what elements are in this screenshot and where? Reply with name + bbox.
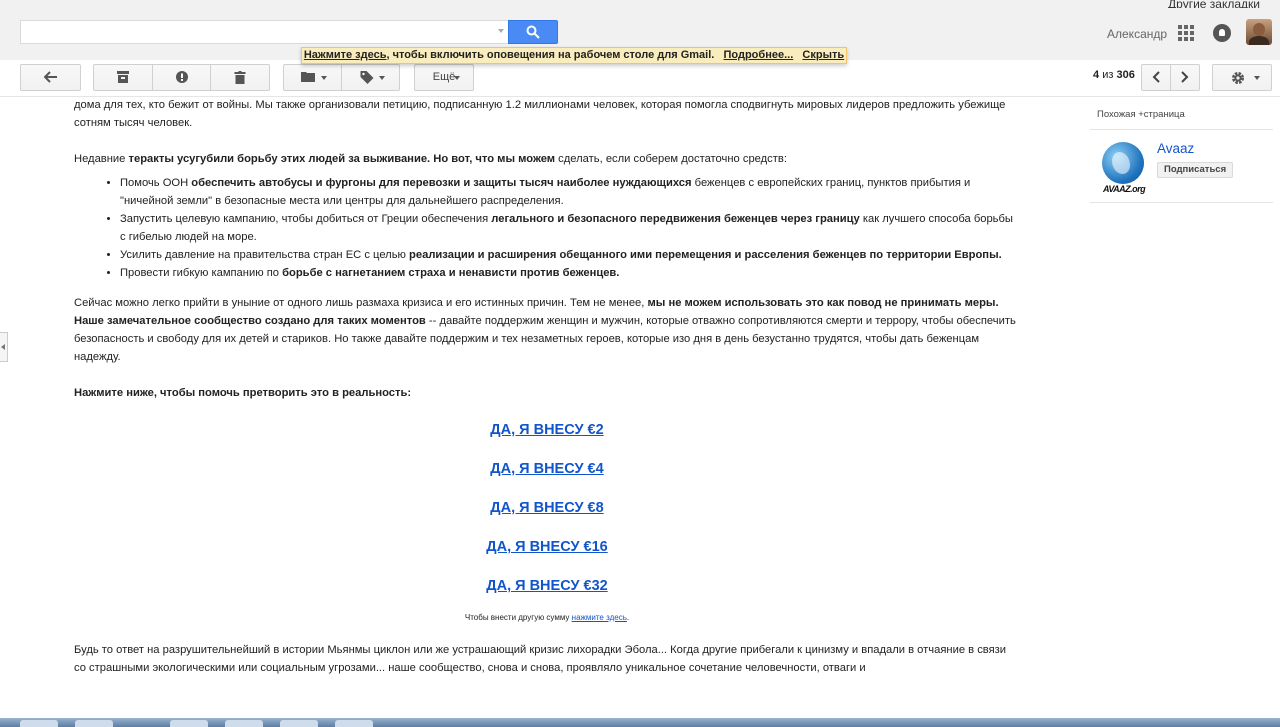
pager-separator: из bbox=[1102, 69, 1114, 81]
donate-4-link[interactable]: ДА, Я ВНЕСУ €4 bbox=[490, 461, 603, 477]
pagination-info: 4 из 306 bbox=[1093, 69, 1135, 81]
settings-dropdown-chevron-icon bbox=[1254, 76, 1260, 80]
search-input[interactable] bbox=[20, 20, 508, 44]
archive-icon bbox=[117, 71, 129, 83]
donate-2-link[interactable]: ДА, Я ВНЕСУ €2 bbox=[490, 422, 603, 438]
subscribe-button[interactable]: Подписаться bbox=[1157, 162, 1234, 178]
account-name[interactable]: Александр bbox=[1107, 27, 1167, 41]
message-toolbar: Ещё bbox=[0, 60, 1280, 97]
taskbar-item[interactable] bbox=[280, 720, 318, 727]
donate-2-row: ДА, Я ВНЕСУ €2 bbox=[74, 421, 1020, 439]
enable-notifications-link[interactable]: Нажмите здесь bbox=[304, 49, 387, 61]
gear-icon bbox=[1232, 72, 1244, 84]
settings-button[interactable] bbox=[1212, 64, 1272, 91]
donate-8-link[interactable]: ДА, Я ВНЕСУ €8 bbox=[490, 500, 603, 516]
apps-grid-icon[interactable] bbox=[1178, 25, 1194, 41]
list-item: Помочь ООН обеспечить автобусы и фургоны… bbox=[120, 174, 1020, 210]
pager-total: 306 bbox=[1116, 69, 1135, 81]
collapse-panel-handle[interactable] bbox=[0, 332, 8, 362]
list-item: Усилить давление на правительства стран … bbox=[120, 246, 1020, 264]
search-options-chevron-icon[interactable] bbox=[498, 29, 504, 33]
closing-paragraph: Будь то ответ на разрушительнейший в ист… bbox=[74, 644, 1007, 674]
taskbar-item[interactable] bbox=[225, 720, 263, 727]
taskbar-item[interactable] bbox=[20, 720, 58, 727]
banner-text: , чтобы включить оповещения на рабочем с… bbox=[386, 49, 715, 61]
other-sum-note: Чтобы внести другую сумму нажмите здесь. bbox=[464, 613, 630, 622]
list-item: Запустить целевую кампанию, чтобы добить… bbox=[120, 210, 1020, 246]
list-item: Провести гибкую кампанию по борьбе с наг… bbox=[120, 264, 1020, 282]
cta-heading: Нажмите ниже, чтобы помочь претворить эт… bbox=[74, 387, 412, 399]
donate-16-link[interactable]: ДА, Я ВНЕСУ €16 bbox=[486, 539, 607, 555]
recent-attacks-paragraph: Недавние теракты усугубили борьбу этих л… bbox=[74, 153, 787, 165]
move-to-button[interactable] bbox=[283, 64, 342, 91]
divider bbox=[1090, 202, 1273, 203]
chevron-left-icon bbox=[1152, 71, 1160, 83]
trash-icon bbox=[234, 71, 246, 84]
pager-current: 4 bbox=[1093, 69, 1100, 81]
tag-icon bbox=[360, 71, 374, 84]
learn-more-link[interactable]: Подробнее... bbox=[724, 49, 794, 61]
archive-button[interactable] bbox=[93, 64, 153, 91]
spam-alert-icon bbox=[175, 71, 188, 83]
avatar[interactable] bbox=[1246, 19, 1272, 45]
chevron-right-icon bbox=[1181, 71, 1189, 83]
labels-button[interactable] bbox=[341, 64, 400, 91]
donate-16-row: ДА, Я ВНЕСУ €16 bbox=[74, 538, 1020, 556]
email-body: дома для тех, кто бежит от войны. Мы так… bbox=[74, 96, 1020, 677]
avaaz-logo-text: AVAAZ.org bbox=[1103, 184, 1146, 194]
donate-32-row: ДА, Я ВНЕСУ €32 bbox=[74, 577, 1020, 595]
more-dropdown-chevron-icon bbox=[454, 76, 460, 80]
other-sum-link[interactable]: нажмите здесь bbox=[572, 613, 627, 622]
back-arrow-icon bbox=[43, 71, 57, 83]
report-spam-button[interactable] bbox=[152, 64, 211, 91]
related-page-link[interactable]: Похожая +страница bbox=[1097, 109, 1185, 120]
delete-button[interactable] bbox=[210, 64, 270, 91]
search-button[interactable] bbox=[508, 20, 558, 44]
sender-name[interactable]: Avaaz bbox=[1157, 141, 1194, 156]
search-icon bbox=[526, 25, 540, 39]
folder-icon bbox=[301, 72, 315, 82]
intro-paragraph: дома для тех, кто бежит от войны. Мы так… bbox=[74, 99, 1006, 129]
older-button[interactable] bbox=[1170, 64, 1200, 91]
move-dropdown-chevron-icon bbox=[321, 76, 327, 80]
os-taskbar bbox=[0, 718, 1280, 727]
desktop-notification-banner: Нажмите здесь, чтобы включить оповещения… bbox=[301, 47, 847, 64]
more-actions-label: Ещё bbox=[432, 71, 456, 83]
taskbar-item[interactable] bbox=[335, 720, 373, 727]
notifications-icon[interactable] bbox=[1213, 24, 1231, 42]
donate-32-link[interactable]: ДА, Я ВНЕСУ €32 bbox=[486, 578, 607, 594]
taskbar-item[interactable] bbox=[75, 720, 113, 727]
donate-4-row: ДА, Я ВНЕСУ €4 bbox=[74, 460, 1020, 478]
taskbar-item[interactable] bbox=[170, 720, 208, 727]
avaaz-globe-logo bbox=[1102, 142, 1144, 184]
labels-dropdown-chevron-icon bbox=[379, 76, 385, 80]
hide-banner-link[interactable]: Скрыть bbox=[802, 49, 844, 61]
bookmarks-label[interactable]: Другие закладки bbox=[1168, 0, 1260, 8]
crisis-paragraph: Сейчас можно легко прийти в уныние от од… bbox=[74, 297, 1016, 363]
newer-button[interactable] bbox=[1141, 64, 1171, 91]
goals-list: Помочь ООН обеспечить автобусы и фургоны… bbox=[74, 174, 1020, 282]
donate-8-row: ДА, Я ВНЕСУ €8 bbox=[74, 499, 1020, 517]
back-button[interactable] bbox=[20, 64, 81, 91]
divider bbox=[1090, 129, 1273, 130]
more-actions-button[interactable]: Ещё bbox=[414, 64, 474, 91]
